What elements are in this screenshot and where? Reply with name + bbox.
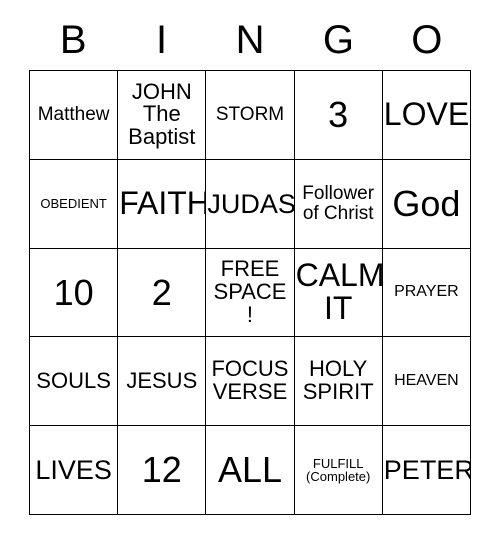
bingo-cell-label: FAITH xyxy=(119,185,207,222)
bingo-cell-label: 10 xyxy=(53,271,94,313)
bingo-cell[interactable]: ALL xyxy=(206,426,295,515)
bingo-cell-label: FULFILL (Complete) xyxy=(306,455,371,485)
bingo-cell-label: God xyxy=(392,182,461,224)
bingo-cell-label: PETER xyxy=(383,455,471,486)
bingo-cell[interactable]: Follower of Christ xyxy=(294,159,383,249)
bingo-cell-label: 2 xyxy=(151,271,172,313)
bingo-cell[interactable]: STORM xyxy=(206,71,295,160)
bingo-cell-label: FOCUS VERSE xyxy=(211,356,289,405)
bingo-card: B I N G O Matthew JOHN The Baptist STORM 3 LOVE O… xyxy=(0,0,500,544)
bingo-cell-label: Follower of Christ xyxy=(302,182,375,224)
bingo-header-letter: O xyxy=(411,18,443,62)
bingo-cell[interactable]: 3 xyxy=(294,71,383,160)
bingo-cell[interactable]: FAITH xyxy=(118,159,207,249)
bingo-cell[interactable]: God xyxy=(382,159,471,249)
bingo-cell[interactable]: JUDAS xyxy=(206,159,295,249)
bingo-header-letter: I xyxy=(156,18,168,62)
bingo-cell[interactable]: 12 xyxy=(118,426,207,515)
bingo-cell-label: SOULS xyxy=(36,367,111,393)
bingo-cell[interactable]: PETER xyxy=(382,426,471,515)
bingo-cell-label: JESUS xyxy=(126,367,198,393)
bingo-cell[interactable]: SOULS xyxy=(30,337,119,427)
bingo-cell[interactable]: JESUS xyxy=(118,337,207,427)
bingo-cell[interactable]: CALM IT xyxy=(294,248,383,338)
bingo-header-letter: B xyxy=(59,18,87,62)
bingo-cell[interactable]: LOVE xyxy=(382,71,471,160)
bingo-cell[interactable]: 10 xyxy=(30,248,119,338)
bingo-cell-label: 3 xyxy=(328,94,349,136)
bingo-cell-label: STORM xyxy=(215,104,285,126)
bingo-grid: Matthew JOHN The Baptist STORM 3 LOVE OBEDIEN… xyxy=(29,70,471,515)
bingo-cell-label: ALL xyxy=(217,449,283,491)
bingo-header-letter: N xyxy=(235,18,265,62)
bingo-header-row: BINGO xyxy=(29,14,471,66)
bingo-cell-label: HEAVEN xyxy=(394,371,459,389)
bingo-cell[interactable]: FREE SPACE ! xyxy=(206,248,295,338)
bingo-cell-label: PRAYER xyxy=(394,283,459,301)
bingo-cell-label: CALM IT xyxy=(295,257,383,327)
bingo-cell[interactable]: Matthew xyxy=(30,71,119,160)
bingo-cell[interactable]: LIVES xyxy=(30,426,119,515)
bingo-cell[interactable]: FULFILL (Complete) xyxy=(294,426,383,515)
bingo-cell[interactable]: FOCUS VERSE xyxy=(206,337,295,427)
bingo-cell-label: 12 xyxy=(141,449,182,491)
bingo-cell-label: LIVES xyxy=(35,455,112,486)
bingo-cell[interactable]: PRAYER xyxy=(382,248,471,338)
bingo-cell-label: FREE SPACE ! xyxy=(213,256,287,327)
bingo-cell-label: JOHN The Baptist xyxy=(128,78,196,150)
bingo-cell[interactable]: HOLY SPIRIT xyxy=(294,337,383,427)
bingo-cell-label: OBEDIENT xyxy=(40,195,107,211)
bingo-cell-label: Matthew xyxy=(37,104,110,126)
bingo-cell[interactable]: OBEDIENT xyxy=(30,159,119,249)
bingo-cell-label: JUDAS xyxy=(207,188,295,219)
bingo-cell[interactable]: JOHN The Baptist xyxy=(118,71,207,160)
bingo-cell[interactable]: 2 xyxy=(118,248,207,338)
bingo-cell-label: HOLY SPIRIT xyxy=(302,356,374,405)
bingo-cell-label: LOVE xyxy=(383,96,470,133)
bingo-header-letter: G xyxy=(322,18,354,62)
bingo-cell[interactable]: HEAVEN xyxy=(382,337,471,427)
